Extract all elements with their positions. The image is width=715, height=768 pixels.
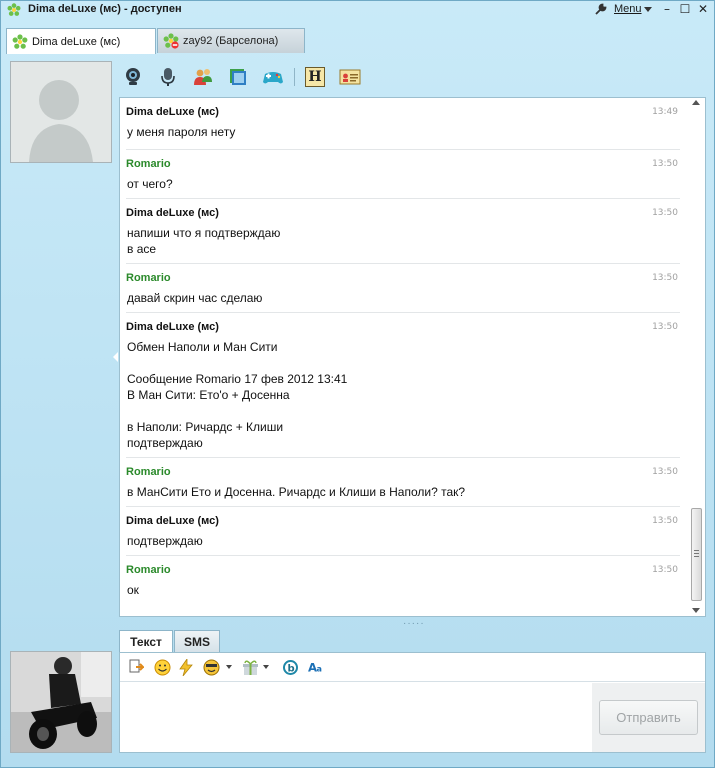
contact-avatar[interactable] (10, 61, 112, 163)
message-time: 13:50 (652, 273, 678, 283)
toolbar-divider (294, 68, 295, 86)
message-input[interactable] (120, 683, 592, 752)
minimize-button[interactable]: – (660, 2, 674, 16)
close-button[interactable]: ✕ (696, 2, 710, 16)
message-text: в МанСити Ето и Досенна. Ричардс и Клиши… (127, 485, 466, 499)
message-author: Romario (126, 564, 171, 576)
message-item: Romario 13:50 ок (126, 556, 680, 605)
compose-toolbar: b Aa (120, 653, 705, 682)
chevron-down-icon[interactable] (644, 7, 652, 12)
message-scrollbar[interactable] (689, 98, 704, 616)
animated-smiley-icon[interactable] (202, 658, 220, 676)
message-text: Обмен Наполи и Ман Сити Сообщение Romari… (127, 340, 348, 450)
title-bar[interactable]: Dima deLuxe (мс) - доступен Menu – ☐ ✕ (1, 1, 714, 19)
message-text: у меня пароля нету (127, 125, 236, 139)
motorcycle-rider-image (11, 652, 111, 752)
message-author: Dima deLuxe (мс) (126, 515, 219, 527)
svg-text:a: a (317, 664, 322, 674)
tab-dima-deluxe[interactable]: Dima deLuxe (мс) (6, 28, 156, 54)
scroll-up-arrow-icon[interactable] (692, 100, 700, 105)
smiley-icon[interactable] (153, 658, 171, 676)
message-author: Romario (126, 158, 171, 170)
message-time: 13:50 (652, 208, 678, 218)
tab-label: Dima deLuxe (мс) (32, 35, 121, 48)
message-item: Dima deLuxe (мс) 13:49 у меня пароля нет… (126, 98, 680, 150)
status-blocked-icon (163, 33, 179, 49)
message-text: давай скрин час сделаю (127, 291, 263, 305)
compose-area: b Aa Отправить (119, 652, 706, 753)
chevron-down-icon[interactable] (263, 665, 269, 669)
message-time: 13:50 (652, 516, 678, 526)
scroll-thumb[interactable] (691, 508, 702, 601)
maximize-button[interactable]: ☐ (678, 2, 692, 16)
message-item: Romario 13:50 давай скрин час сделаю (126, 264, 680, 313)
message-time: 13:50 (652, 159, 678, 169)
status-online-icon (12, 33, 28, 49)
microphone-icon[interactable] (156, 65, 180, 89)
font-icon[interactable]: Aa (308, 658, 326, 676)
tab-zay92[interactable]: zay92 (Барселона) (157, 28, 305, 53)
scroll-down-arrow-icon[interactable] (692, 608, 700, 613)
message-author: Dima deLuxe (мс) (126, 106, 219, 118)
message-time: 13:50 (652, 565, 678, 575)
send-pane: Отправить (592, 683, 705, 752)
gift-icon[interactable] (241, 658, 259, 676)
message-item: Dima deLuxe (мс) 13:50 подтверждаю (126, 507, 680, 556)
icq-flower-icon (7, 3, 21, 16)
svg-text:b: b (287, 663, 294, 674)
lightning-icon[interactable] (177, 658, 195, 676)
message-text: подтверждаю (127, 534, 203, 548)
history-glyph: H (305, 67, 325, 87)
message-list: Dima deLuxe (мс) 13:49 у меня пароля нет… (120, 98, 688, 616)
send-file-icon[interactable] (127, 658, 145, 676)
user-silhouette-icon (11, 62, 111, 162)
grip-icon (694, 550, 699, 557)
resize-splitter[interactable]: ····· (403, 619, 425, 629)
message-item: Romario 13:50 в МанСити Ето и Досенна. Р… (126, 458, 680, 507)
message-author: Romario (126, 466, 171, 478)
folders-icon[interactable] (226, 65, 250, 89)
send-button[interactable]: Отправить (599, 700, 698, 735)
tab-sms[interactable]: SMS (174, 630, 220, 652)
wrench-icon[interactable] (594, 3, 607, 16)
message-time: 13:50 (652, 467, 678, 477)
collapse-panel-arrow[interactable] (113, 352, 118, 362)
gamepad-icon[interactable] (261, 65, 285, 89)
message-author: Dima deLuxe (мс) (126, 207, 219, 219)
message-item: Romario 13:50 от чего? (126, 150, 680, 199)
tab-text[interactable]: Текст (119, 630, 173, 653)
tab-label: zay92 (Барселона) (183, 35, 279, 47)
menu-button[interactable]: Menu (614, 3, 642, 15)
message-time: 13:50 (652, 322, 678, 332)
message-item: Dima deLuxe (мс) 13:50 напиши что я подт… (126, 199, 680, 264)
my-avatar[interactable] (10, 651, 112, 753)
message-item: Dima deLuxe (мс) 13:50 Обмен Наполи и Ма… (126, 313, 680, 458)
webcam-icon[interactable] (121, 65, 145, 89)
message-text: напиши что я подтверждаю в асе (127, 226, 281, 256)
contact-card-icon[interactable] (338, 65, 362, 89)
message-time: 13:49 (652, 107, 678, 117)
history-icon[interactable]: H (303, 65, 327, 89)
message-log[interactable]: Dima deLuxe (мс) 13:49 у меня пароля нет… (119, 97, 706, 617)
message-text: от чего? (127, 177, 173, 191)
chevron-down-icon[interactable] (226, 665, 232, 669)
message-author: Dima deLuxe (мс) (126, 321, 219, 333)
message-text: ок (127, 583, 139, 597)
bold-b-icon[interactable]: b (281, 658, 299, 676)
contacts-icon[interactable] (191, 65, 215, 89)
window-title: Dima deLuxe (мс) - доступен (28, 3, 182, 15)
chat-window: Dima deLuxe (мс) - доступен Menu – ☐ ✕ D… (0, 0, 715, 768)
message-author: Romario (126, 272, 171, 284)
